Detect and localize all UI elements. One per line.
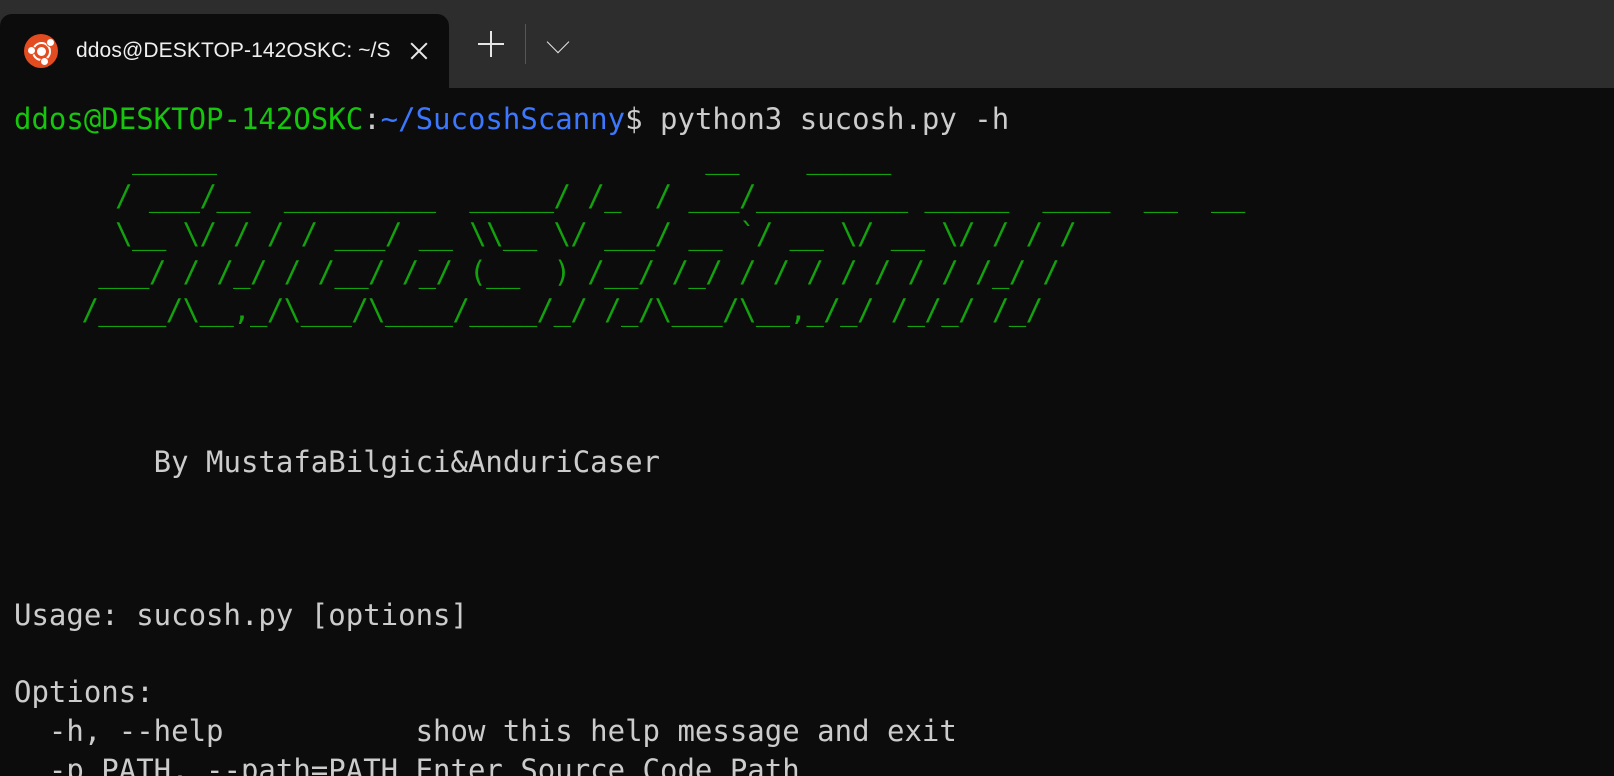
prompt-user-host: ddos@DESKTOP-142OSKC (14, 102, 364, 136)
credit-line: By MustafaBilgici&AnduriCaser (14, 445, 661, 479)
option-flags: -p PATH, --path=PATH (14, 753, 416, 776)
tab-strip: ddos@DESKTOP-142OSKC: ~/S (0, 0, 449, 88)
window-titlebar: ddos@DESKTOP-142OSKC: ~/S (0, 0, 1614, 88)
banner-line-2: / ___/__ _________ _____/ /_ / ___/_____… (14, 179, 1245, 213)
option-description: Enter Source Code Path (415, 753, 800, 776)
banner-line-5: /____/\__,_/\___/\____/____/_/ /_/\___/\… (14, 293, 1043, 327)
terminal-body[interactable]: ddos@DESKTOP-142OSKC:~/SucoshScanny$ pyt… (0, 88, 1614, 776)
option-row: -h, --help show this help message and ex… (14, 712, 1614, 751)
terminal-tab[interactable]: ddos@DESKTOP-142OSKC: ~/S (0, 14, 449, 88)
close-icon[interactable] (395, 27, 443, 75)
tab-title: ddos@DESKTOP-142OSKC: ~/S (76, 39, 391, 62)
option-description: show this help message and exit (415, 714, 957, 748)
usage-line: Usage: sucosh.py [options] (14, 598, 468, 632)
chevron-down-icon[interactable] (532, 16, 584, 72)
ubuntu-logo-icon (24, 34, 58, 68)
new-tab-button[interactable] (463, 16, 519, 72)
banner-line-4: ___/ / /_/ / /__/ /_/ (__ ) /__/ /_/ / /… (14, 255, 1077, 289)
prompt-path: ~/SucoshScanny (380, 102, 626, 136)
option-flags: -h, --help (14, 714, 416, 748)
prompt-colon: : (363, 102, 381, 136)
prompt-dollar: $ (625, 102, 643, 136)
options-heading: Options: (14, 675, 154, 709)
prompt-line: ddos@DESKTOP-142OSKC:~/SucoshScanny$ pyt… (14, 100, 1614, 139)
terminal-top-padding (14, 88, 1614, 100)
banner-line-3: \__ \/ / / / ___/ __ \\__ \/ ___/ __ `/ … (14, 217, 1077, 251)
prompt-command: python3 sucosh.py -h (642, 102, 1010, 136)
banner-line-1: _____ __ _____ (14, 141, 1313, 175)
toolbar-divider (524, 24, 526, 64)
option-row: -p PATH, --path=PATH Enter Source Code P… (14, 751, 1614, 776)
